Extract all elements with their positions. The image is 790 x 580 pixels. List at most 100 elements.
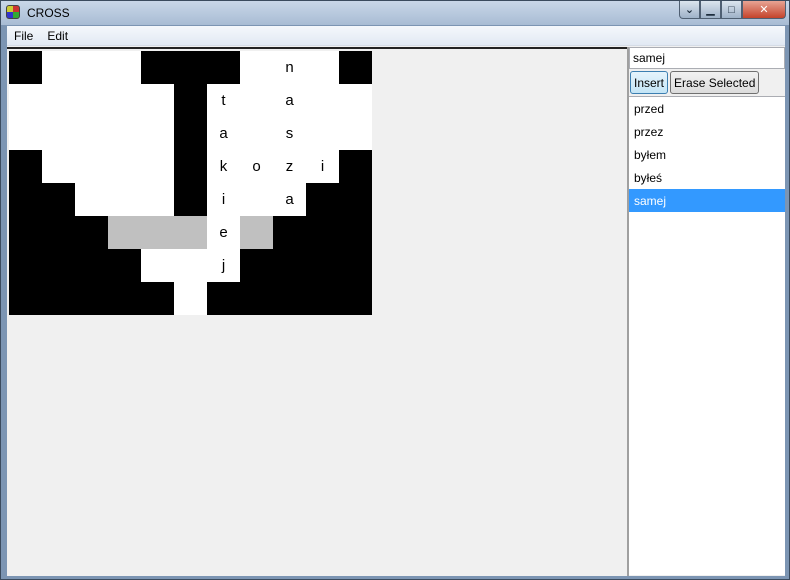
minimize-icon: ▁ (706, 4, 715, 16)
grid-cell[interactable] (174, 282, 207, 315)
crossword-canvas[interactable]: ntaaskoziiaej (7, 47, 627, 576)
list-item[interactable]: samej (629, 189, 785, 212)
grid-cell[interactable] (75, 117, 108, 150)
menu-edit-label: Edit (47, 28, 69, 43)
grid-cell[interactable] (141, 216, 174, 249)
grid-cell[interactable] (75, 183, 108, 216)
grid-cell[interactable] (108, 150, 141, 183)
grid-cell[interactable] (75, 51, 108, 84)
grid-cell[interactable]: z (273, 150, 306, 183)
client-area: File Edit ntaaskoziiaej Insert Erase Sel… (7, 26, 785, 576)
grid-cell[interactable] (75, 84, 108, 117)
grid-cell[interactable]: o (240, 150, 273, 183)
grid-cell[interactable] (9, 117, 42, 150)
grid-cell[interactable] (108, 117, 141, 150)
grid-cell (9, 183, 42, 216)
grid-cell[interactable] (240, 117, 273, 150)
grid-cell (273, 216, 306, 249)
grid-cell[interactable]: e (207, 216, 240, 249)
grid-cell[interactable] (306, 84, 339, 117)
grid-cell[interactable] (240, 216, 273, 249)
word-input[interactable] (629, 47, 785, 69)
grid-cell[interactable] (108, 51, 141, 84)
grid-cell[interactable] (141, 150, 174, 183)
side-panel: Insert Erase Selected przedprzezbyłembył… (627, 47, 785, 576)
insert-button[interactable]: Insert (630, 71, 669, 94)
grid-cell (339, 216, 372, 249)
grid-cell (42, 282, 75, 315)
grid-cell[interactable] (141, 249, 174, 282)
grid-cell[interactable]: i (207, 183, 240, 216)
grid-cell (339, 282, 372, 315)
grid-cell[interactable] (141, 84, 174, 117)
grid-cell (9, 249, 42, 282)
list-item[interactable]: byłeś (629, 166, 785, 189)
list-item[interactable]: przed (629, 97, 785, 120)
grid-cell (42, 216, 75, 249)
grid-cell[interactable] (240, 183, 273, 216)
grid-cell[interactable]: a (273, 183, 306, 216)
grid-cell[interactable]: j (207, 249, 240, 282)
grid-cell (9, 216, 42, 249)
grid-cell[interactable] (108, 216, 141, 249)
grid-cell (141, 51, 174, 84)
grid-cell[interactable] (240, 84, 273, 117)
grid-cell[interactable] (339, 117, 372, 150)
grid-cell[interactable] (306, 51, 339, 84)
grid-cell (9, 282, 42, 315)
grid-cell[interactable] (42, 150, 75, 183)
title-bar[interactable]: CROSS ⌄ ▁ □ ✕ (1, 1, 789, 25)
grid-cell (339, 183, 372, 216)
grid-cell[interactable]: k (207, 150, 240, 183)
app-icon (6, 5, 20, 19)
maximize-icon: □ (728, 3, 735, 16)
grid-cell (240, 249, 273, 282)
grid-cell[interactable] (240, 51, 273, 84)
grid-cell[interactable]: s (273, 117, 306, 150)
grid-cell (108, 249, 141, 282)
erase-selected-button[interactable]: Erase Selected (670, 71, 760, 94)
grid-cell (306, 183, 339, 216)
grid-cell[interactable]: a (273, 84, 306, 117)
grid-cell (174, 150, 207, 183)
menu-bar: File Edit (7, 26, 785, 46)
crossword-grid[interactable]: ntaaskoziiaej (9, 51, 372, 315)
close-button[interactable]: ✕ (742, 1, 786, 19)
grid-cell[interactable] (42, 51, 75, 84)
grid-cell (306, 216, 339, 249)
grid-cell (273, 249, 306, 282)
grid-cell (75, 216, 108, 249)
grid-cell[interactable] (141, 183, 174, 216)
grid-cell[interactable] (75, 150, 108, 183)
grid-cell[interactable] (42, 84, 75, 117)
grid-cell[interactable] (9, 84, 42, 117)
menu-file-label: File (14, 28, 34, 43)
word-list[interactable]: przed przez byłem byłeś samej (629, 96, 785, 575)
grid-cell[interactable] (108, 183, 141, 216)
button-row: Insert Erase Selected (630, 71, 760, 94)
close-icon: ✕ (759, 4, 769, 16)
grid-cell[interactable] (141, 117, 174, 150)
maximize-button[interactable]: □ (721, 1, 742, 19)
app-window: CROSS ⌄ ▁ □ ✕ File Edit ntaaskoziiaej In… (0, 0, 790, 580)
window-controls: ⌄ ▁ □ ✕ (679, 1, 786, 19)
grid-cell (174, 117, 207, 150)
list-item[interactable]: przez (629, 120, 785, 143)
grid-cell[interactable]: n (273, 51, 306, 84)
grid-cell (9, 150, 42, 183)
grid-cell[interactable]: t (207, 84, 240, 117)
grid-cell[interactable] (174, 249, 207, 282)
grid-cell[interactable] (339, 84, 372, 117)
menu-down-button[interactable]: ⌄ (679, 1, 700, 19)
grid-cell[interactable]: a (207, 117, 240, 150)
grid-cell[interactable]: i (306, 150, 339, 183)
menu-file[interactable]: File (7, 29, 40, 43)
list-item[interactable]: byłem (629, 143, 785, 166)
grid-cell[interactable] (306, 117, 339, 150)
grid-cell[interactable] (174, 216, 207, 249)
grid-cell (174, 84, 207, 117)
grid-cell[interactable] (108, 84, 141, 117)
menu-edit[interactable]: Edit (40, 29, 75, 43)
minimize-button[interactable]: ▁ (700, 1, 721, 19)
grid-cell[interactable] (42, 117, 75, 150)
